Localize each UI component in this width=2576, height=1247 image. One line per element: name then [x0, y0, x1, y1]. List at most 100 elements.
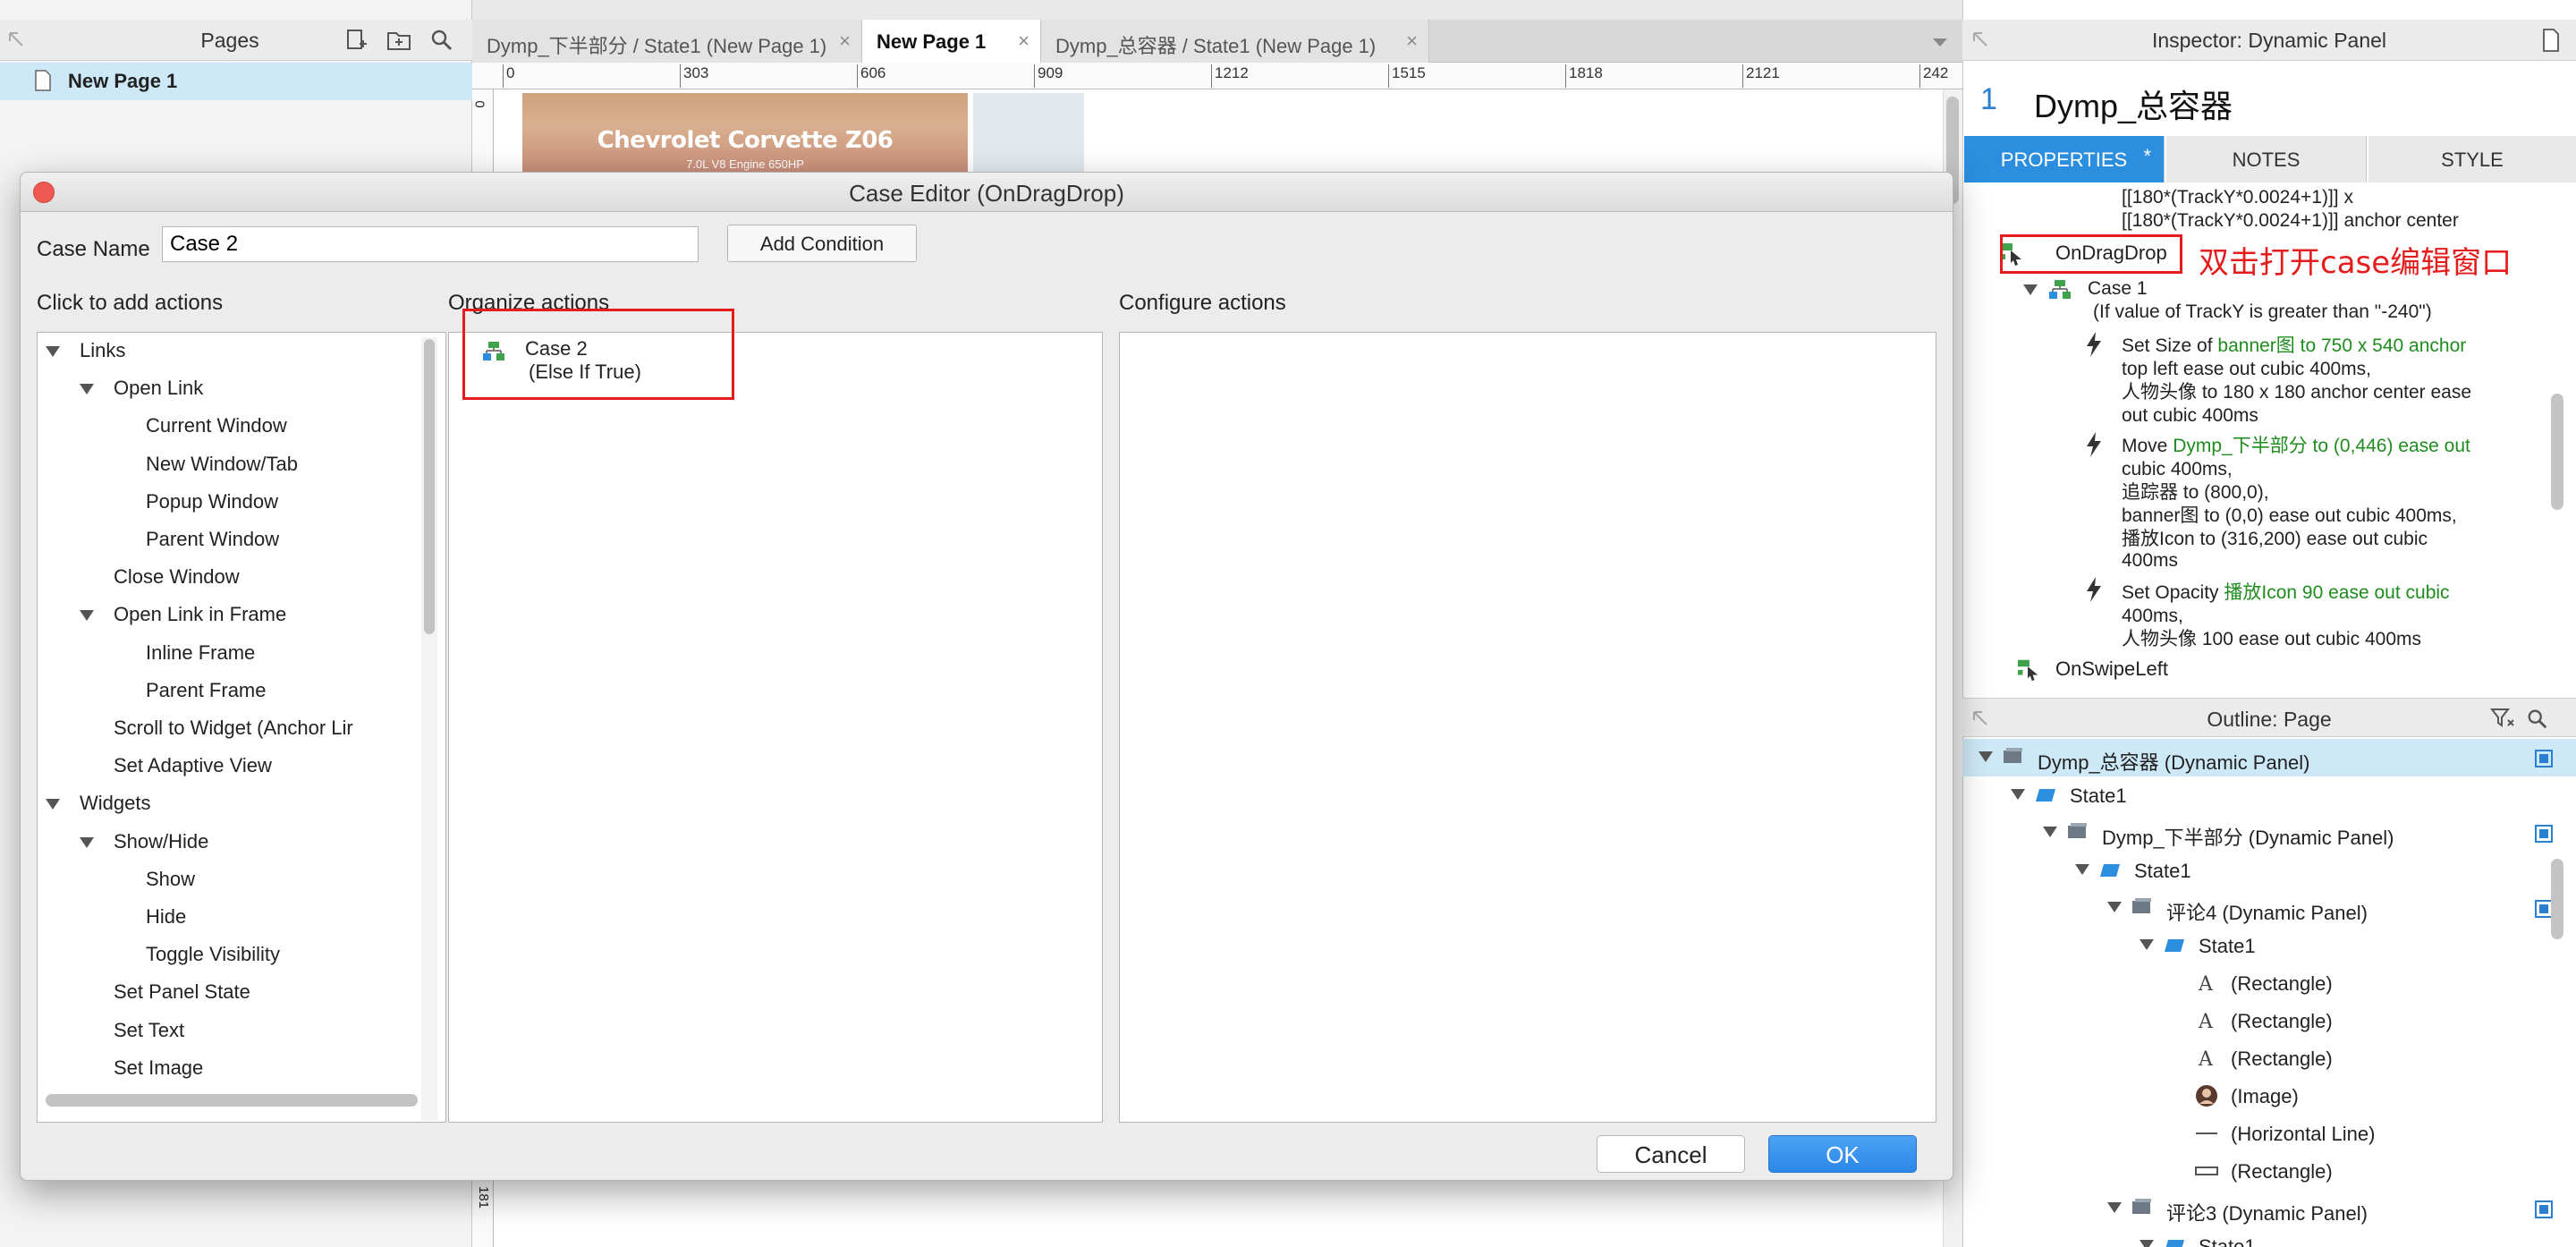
expand-triangle-icon[interactable] — [2023, 284, 2038, 295]
action-item[interactable]: Close Window — [114, 565, 240, 589]
tab-properties[interactable]: PROPERTIES * — [1964, 136, 2165, 182]
inspector-scroll-thumb[interactable] — [2551, 394, 2563, 510]
add-folder-icon[interactable] — [386, 28, 411, 53]
state-icon — [2036, 789, 2055, 802]
outline-row[interactable]: Dymp_下半部分 (Dynamic Panel) — [1962, 814, 2576, 852]
close-icon[interactable]: × — [1406, 30, 1418, 53]
outline-row[interactable]: A (Rectangle) — [1962, 964, 2576, 1002]
filter-icon[interactable] — [2490, 708, 2515, 729]
tab-new-page-1[interactable]: New Page 1 × — [862, 20, 1041, 63]
expand-triangle-icon[interactable] — [1979, 751, 1993, 762]
canvas-widget[interactable] — [973, 93, 1084, 174]
action-item[interactable]: Toggle Visibility — [146, 943, 280, 966]
action-item[interactable]: Set Text — [114, 1019, 184, 1042]
action-item[interactable]: Set Adaptive View — [114, 754, 272, 777]
action-item[interactable]: Parent Frame — [146, 679, 267, 702]
visibility-checkbox[interactable] — [2535, 825, 2553, 843]
close-icon[interactable]: × — [1018, 30, 1030, 53]
outline-row[interactable]: State1 — [1962, 776, 2576, 814]
expand-triangle-icon[interactable] — [46, 799, 60, 810]
outline-title: Outline: Page — [2207, 708, 2332, 731]
expand-triangle-icon[interactable] — [2107, 902, 2122, 912]
action-category[interactable]: Links — [80, 339, 125, 362]
search-icon[interactable] — [2526, 708, 2549, 731]
expand-triangle-icon[interactable] — [2043, 827, 2057, 837]
dynamic-panel-icon — [2132, 898, 2151, 913]
text-widget-icon: A — [2198, 1048, 2214, 1070]
tab-label: NOTES — [2232, 148, 2301, 171]
banner-image[interactable]: Chevrolet Corvette Z06 7.0L V8 Engine 65… — [522, 93, 968, 174]
action-item[interactable]: Current Window — [146, 414, 287, 437]
action-item[interactable]: Popup Window — [146, 490, 278, 513]
cancel-button[interactable]: Cancel — [1597, 1135, 1745, 1173]
outline-row-label: Dymp_下半部分 (Dynamic Panel) — [2102, 827, 2394, 849]
outline-row[interactable]: 评论4 (Dynamic Panel) — [1962, 889, 2576, 927]
add-condition-button[interactable]: Add Condition — [727, 225, 917, 262]
tab-dymp-lower[interactable]: Dymp_下半部分 / State1 (New Page 1) × — [472, 20, 862, 63]
event-onswipeleft[interactable]: OnSwipeLeft — [2055, 657, 2168, 681]
action-item[interactable]: Open Link — [114, 377, 203, 400]
expand-triangle-icon[interactable] — [46, 346, 60, 357]
action-item[interactable]: Set Panel State — [114, 980, 250, 1004]
outline-row[interactable]: State1 — [1962, 1227, 2576, 1247]
expand-triangle-icon[interactable] — [80, 836, 94, 848]
action-item[interactable]: Show/Hide — [114, 830, 208, 853]
action-item[interactable]: Show — [146, 868, 195, 891]
page-tree-item[interactable]: New Page 1 — [0, 63, 472, 100]
action-item[interactable]: Inline Frame — [146, 641, 255, 665]
visibility-checkbox[interactable] — [2535, 900, 2553, 918]
expand-triangle-icon[interactable] — [2107, 1202, 2122, 1213]
expand-triangle-icon[interactable] — [2075, 864, 2089, 875]
tab-overflow-chevron-icon[interactable] — [1932, 38, 1948, 48]
case1-condition: (If value of TrackY is greater than "-24… — [2093, 301, 2432, 322]
ruler-label: 303 — [680, 64, 708, 88]
actions-horizontal-scroll-thumb[interactable] — [46, 1094, 418, 1107]
inspector-header: Inspector: Dynamic Panel — [1962, 20, 2576, 61]
outline-row[interactable]: State1 — [1962, 927, 2576, 964]
action-item[interactable]: Parent Window — [146, 528, 279, 551]
outline-scroll-thumb[interactable] — [2551, 859, 2563, 939]
action-item[interactable]: Set Image — [114, 1056, 203, 1080]
outline-row-label: State1 — [2199, 935, 2256, 957]
expand-triangle-icon[interactable] — [2011, 789, 2025, 800]
image-thumbnail-icon — [2196, 1085, 2217, 1107]
tab-notes[interactable]: NOTES — [2166, 136, 2367, 182]
tab-label: PROPERTIES — [2000, 148, 2128, 171]
search-icon[interactable] — [429, 28, 454, 53]
outline-row[interactable]: A (Rectangle) — [1962, 1039, 2576, 1077]
case1-label[interactable]: Case 1 — [2088, 277, 2148, 301]
expand-triangle-icon[interactable] — [2140, 939, 2154, 950]
tab-dymp-container[interactable]: Dymp_总容器 / State1 (New Page 1) × — [1041, 20, 1429, 63]
outline-row[interactable]: (Horizontal Line) — [1962, 1115, 2576, 1152]
tab-style[interactable]: STYLE — [2368, 136, 2576, 182]
outline-row[interactable]: (Rectangle) — [1962, 1152, 2576, 1190]
action-category[interactable]: Widgets — [80, 792, 150, 815]
outline-row[interactable]: State1 — [1962, 852, 2576, 889]
widget-name[interactable]: Dymp_总容器 — [2034, 81, 2233, 127]
tab-label: New Page 1 — [877, 30, 987, 53]
outline-row[interactable]: 评论3 (Dynamic Panel) — [1962, 1190, 2576, 1227]
state-icon — [2165, 939, 2184, 952]
visibility-checkbox[interactable] — [2535, 750, 2553, 768]
ruler-label: 181 — [476, 1185, 492, 1209]
notes-page-icon[interactable] — [2542, 29, 2560, 52]
outline-row[interactable]: A (Rectangle) — [1962, 1002, 2576, 1039]
case-name-input[interactable] — [162, 226, 699, 262]
tab-label: STYLE — [2441, 148, 2504, 171]
action-item[interactable]: Scroll to Widget (Anchor Lir — [114, 717, 353, 740]
action-item[interactable]: Hide — [146, 905, 186, 929]
close-icon[interactable]: × — [839, 30, 851, 53]
expand-triangle-icon[interactable] — [80, 384, 94, 395]
actions-scroll-thumb[interactable] — [424, 339, 435, 634]
action-item[interactable]: Open Link in Frame — [114, 603, 286, 626]
add-page-icon[interactable] — [343, 28, 369, 53]
expand-triangle-icon[interactable] — [80, 610, 94, 622]
column-heading-add-actions: Click to add actions — [37, 291, 224, 315]
action-item[interactable]: New Window/Tab — [146, 453, 298, 476]
outline-row-label: (Rectangle) — [2231, 972, 2333, 995]
outline-row[interactable]: (Image) — [1962, 1077, 2576, 1115]
expand-triangle-icon[interactable] — [2140, 1240, 2154, 1247]
ok-button[interactable]: OK — [1768, 1135, 1917, 1173]
outline-row[interactable]: Dymp_总容器 (Dynamic Panel) — [1962, 739, 2576, 776]
visibility-checkbox[interactable] — [2535, 1200, 2553, 1218]
